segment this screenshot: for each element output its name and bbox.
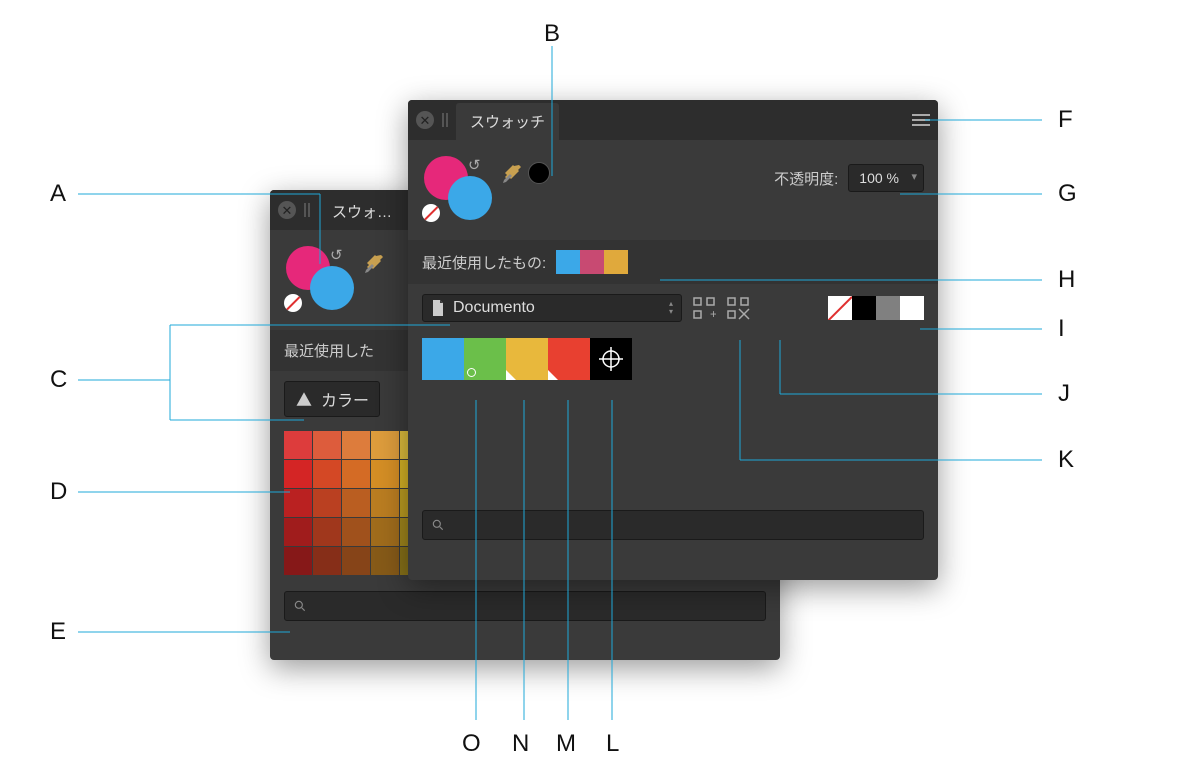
document-icon xyxy=(431,300,445,316)
recent-swatches[interactable] xyxy=(556,250,628,274)
grid-swatch[interactable] xyxy=(284,489,312,517)
swatch-spot[interactable] xyxy=(464,338,506,380)
grid-swatch[interactable] xyxy=(284,518,312,546)
no-color-icon[interactable] xyxy=(284,294,302,312)
swatch-registration[interactable] xyxy=(590,338,632,380)
swap-colors-icon[interactable]: ↺ xyxy=(468,156,481,174)
callout-L: L xyxy=(606,730,619,758)
recent-label: 最近使用したもの: xyxy=(422,252,546,273)
grid-swatch[interactable] xyxy=(371,431,399,459)
swatch-global[interactable] xyxy=(506,338,548,380)
recent-swatch[interactable] xyxy=(556,250,580,274)
callout-G: G xyxy=(1058,180,1077,208)
grid-swatch[interactable] xyxy=(313,460,341,488)
search-input[interactable] xyxy=(422,510,924,540)
eyedropper-icon[interactable] xyxy=(362,252,386,276)
grid-swatch[interactable] xyxy=(313,431,341,459)
callout-N: N xyxy=(512,730,529,758)
close-icon[interactable]: ✕ xyxy=(416,111,434,129)
base-colors xyxy=(828,296,924,320)
search-icon xyxy=(431,518,445,532)
callout-D: D xyxy=(50,478,67,506)
search-input[interactable] xyxy=(284,591,766,621)
grid-swatch[interactable] xyxy=(371,518,399,546)
callout-M: M xyxy=(556,730,576,758)
callout-A: A xyxy=(50,180,66,208)
callout-H: H xyxy=(1058,266,1075,294)
triangle-icon xyxy=(295,390,313,408)
callout-B: B xyxy=(544,20,560,48)
grid-swatch[interactable] xyxy=(342,460,370,488)
drag-handle-icon[interactable] xyxy=(442,113,448,127)
svg-text:+: + xyxy=(710,307,716,320)
swatches-panel: ✕ スウォッチ ↺ 不透明度: 100 % 最近使用したもの: Document… xyxy=(408,100,938,580)
grid-swatch[interactable] xyxy=(371,460,399,488)
callout-K: K xyxy=(1058,446,1074,474)
swatch-global[interactable] xyxy=(548,338,590,380)
recent-label: 最近使用した xyxy=(284,340,374,361)
color-sample[interactable] xyxy=(528,162,550,184)
grid-swatch[interactable] xyxy=(371,489,399,517)
close-icon[interactable]: ✕ xyxy=(278,201,296,219)
grid-swatch[interactable] xyxy=(371,547,399,575)
fg-color-circle[interactable] xyxy=(448,176,492,220)
drag-handle-icon[interactable] xyxy=(304,203,310,217)
base-gray[interactable] xyxy=(876,296,900,320)
grid-swatch[interactable] xyxy=(284,460,312,488)
panel-header: ✕ スウォッチ xyxy=(408,100,938,140)
swatch[interactable] xyxy=(422,338,464,380)
recent-swatch[interactable] xyxy=(580,250,604,274)
search-row xyxy=(408,504,938,554)
panel-title: スウォ… xyxy=(318,193,406,230)
grid-swatch[interactable] xyxy=(342,489,370,517)
grid-swatch[interactable] xyxy=(342,431,370,459)
callout-C: C xyxy=(50,366,67,394)
swatch-row xyxy=(408,332,938,394)
palette-select[interactable]: カラー xyxy=(284,381,380,417)
opacity-control: 不透明度: 100 % xyxy=(774,164,924,192)
recent-swatch[interactable] xyxy=(604,250,628,274)
palette-label: カラー xyxy=(321,387,369,411)
grid-swatch[interactable] xyxy=(342,518,370,546)
fg-bg-colors[interactable]: ↺ xyxy=(282,244,354,316)
callout-I: I xyxy=(1058,315,1065,343)
fg-bg-colors[interactable]: ↺ xyxy=(420,154,492,226)
grid-swatch[interactable] xyxy=(342,547,370,575)
grid-swatch[interactable] xyxy=(284,431,312,459)
callout-O: O xyxy=(462,730,481,758)
opacity-input[interactable]: 100 % xyxy=(848,164,924,192)
grid-swatch[interactable] xyxy=(313,547,341,575)
search-row xyxy=(270,585,780,635)
callout-E: E xyxy=(50,618,66,646)
spinner-icon[interactable]: ▴▾ xyxy=(669,300,673,316)
palette-select[interactable]: Documento ▴▾ xyxy=(422,294,682,322)
opacity-label: 不透明度: xyxy=(774,168,838,189)
search-icon xyxy=(293,599,307,613)
grid-swatch[interactable] xyxy=(284,547,312,575)
swap-colors-icon[interactable]: ↺ xyxy=(330,246,343,264)
recent-section: 最近使用したもの: xyxy=(408,240,938,284)
add-swatch-icon[interactable]: + xyxy=(692,296,716,320)
color-selector: ↺ 不透明度: 100 % xyxy=(408,140,938,240)
base-black[interactable] xyxy=(852,296,876,320)
palette-name: Documento xyxy=(453,299,535,317)
palette-row: Documento ▴▾ + xyxy=(408,284,938,332)
panel-title: スウォッチ xyxy=(456,103,559,140)
base-white[interactable] xyxy=(900,296,924,320)
grid-swatch[interactable] xyxy=(313,489,341,517)
registration-icon xyxy=(590,338,632,380)
remove-swatch-icon[interactable] xyxy=(726,296,750,320)
panel-menu-icon[interactable] xyxy=(912,114,930,126)
callout-J: J xyxy=(1058,380,1070,408)
eyedropper-icon[interactable] xyxy=(500,162,524,186)
no-color-icon[interactable] xyxy=(422,204,440,222)
callout-F: F xyxy=(1058,106,1073,134)
base-none[interactable] xyxy=(828,296,852,320)
fg-color-circle[interactable] xyxy=(310,266,354,310)
grid-swatch[interactable] xyxy=(313,518,341,546)
